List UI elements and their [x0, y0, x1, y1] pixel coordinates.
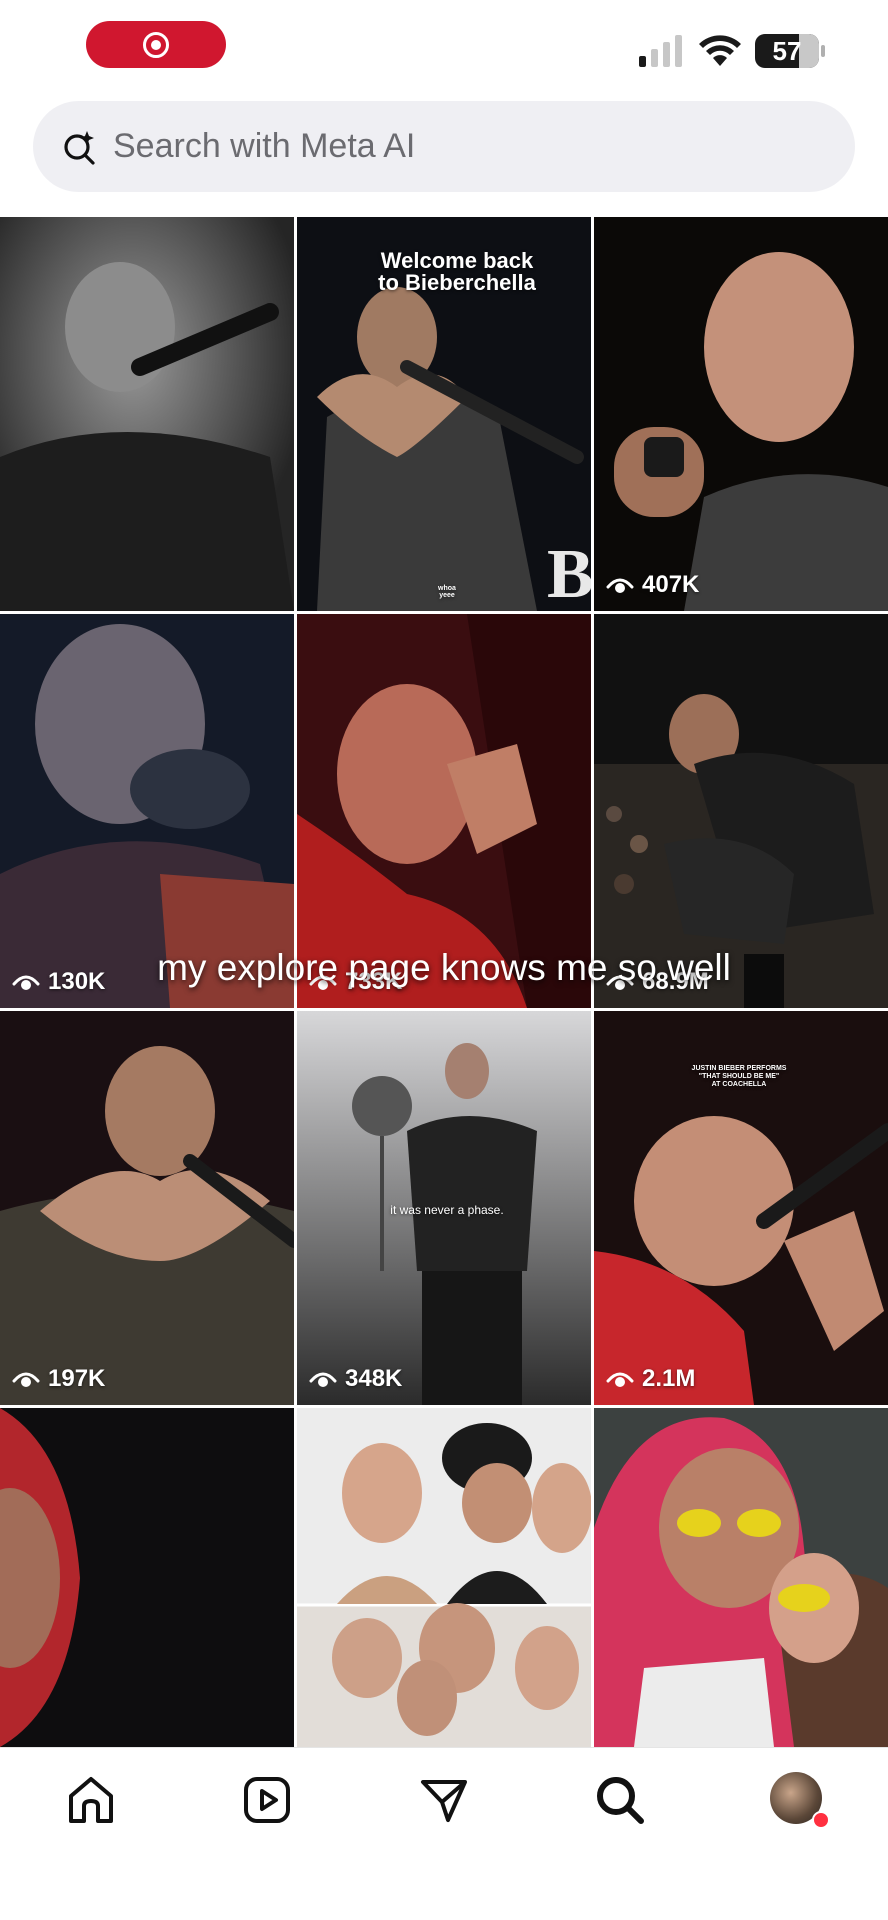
tile-image: [297, 1408, 591, 1747]
messages-icon: [421, 1780, 467, 1822]
eye-icon: [309, 1372, 337, 1387]
screen-recording-indicator[interactable]: [86, 21, 226, 68]
tile-image: [594, 217, 888, 611]
view-count: 348K: [309, 1365, 402, 1393]
view-count: 2.1M: [606, 1365, 695, 1393]
search-bar[interactable]: [33, 101, 855, 192]
view-count-label: 407K: [642, 571, 700, 598]
view-count: 197K: [12, 1365, 105, 1393]
explore-tile[interactable]: it was never a phase. 348K: [297, 1011, 591, 1405]
explore-tile[interactable]: 407K: [594, 217, 888, 611]
tile-caption-line2: to Bieberchella: [378, 270, 536, 295]
battery-level: 57: [772, 36, 802, 66]
status-bar: 57: [0, 0, 888, 96]
tile-image: [0, 217, 294, 611]
explore-tile[interactable]: JUSTIN BIEBER PERFORMS "THAT SHOULD BE M…: [594, 1011, 888, 1405]
tile-image: [594, 1408, 888, 1747]
svg-text:B: B: [547, 536, 591, 611]
reels-icon: [244, 1777, 290, 1823]
eye-icon: [606, 578, 634, 593]
view-count-label: 348K: [345, 1365, 403, 1392]
search-input[interactable]: [111, 126, 815, 167]
eye-icon: [12, 1372, 40, 1387]
tile-image: [0, 1408, 294, 1747]
tile-watermark: whoa yeee: [438, 585, 456, 599]
nav-messages[interactable]: [416, 1772, 472, 1828]
explore-tile[interactable]: [594, 1408, 888, 1747]
home-icon: [69, 1777, 113, 1823]
tile-caption-line2: "THAT SHOULD BE ME": [698, 1073, 780, 1080]
tile-caption-line1: JUSTIN BIEBER PERFORMS: [691, 1065, 787, 1072]
shirt-text: it was never a phase.: [390, 1203, 504, 1217]
tile-caption-line3: AT COACHELLA: [711, 1081, 767, 1088]
meta-ai-search-icon: [64, 130, 95, 165]
nav-search[interactable]: [592, 1772, 648, 1828]
tile-caption-line1: Welcome back: [380, 248, 534, 273]
nav-home[interactable]: [63, 1772, 119, 1828]
bottom-nav: [0, 1747, 888, 1852]
record-icon: [143, 31, 169, 58]
nav-reels[interactable]: [239, 1772, 295, 1828]
view-count: 407K: [606, 571, 699, 599]
tile-image: [0, 1011, 294, 1405]
view-count-label: 197K: [48, 1365, 106, 1392]
wifi-icon: [699, 35, 741, 66]
explore-tile[interactable]: 197K: [0, 1011, 294, 1405]
explore-tile[interactable]: [297, 1408, 591, 1747]
explore-tile[interactable]: [0, 217, 294, 611]
explore-tile[interactable]: [0, 1408, 294, 1747]
battery-indicator: 57: [755, 34, 819, 68]
notification-dot: [812, 1811, 830, 1829]
explore-grid: B Welcome back to Bieberchella whoa yeee…: [0, 217, 888, 1747]
view-count-label: 2.1M: [642, 1365, 696, 1392]
explore-tile[interactable]: B Welcome back to Bieberchella whoa yeee: [297, 217, 591, 611]
cellular-signal-icon: [639, 35, 682, 67]
search-icon: [597, 1777, 644, 1824]
overlay-caption: my explore page knows me so well: [157, 947, 731, 988]
eye-icon: [606, 1372, 634, 1387]
